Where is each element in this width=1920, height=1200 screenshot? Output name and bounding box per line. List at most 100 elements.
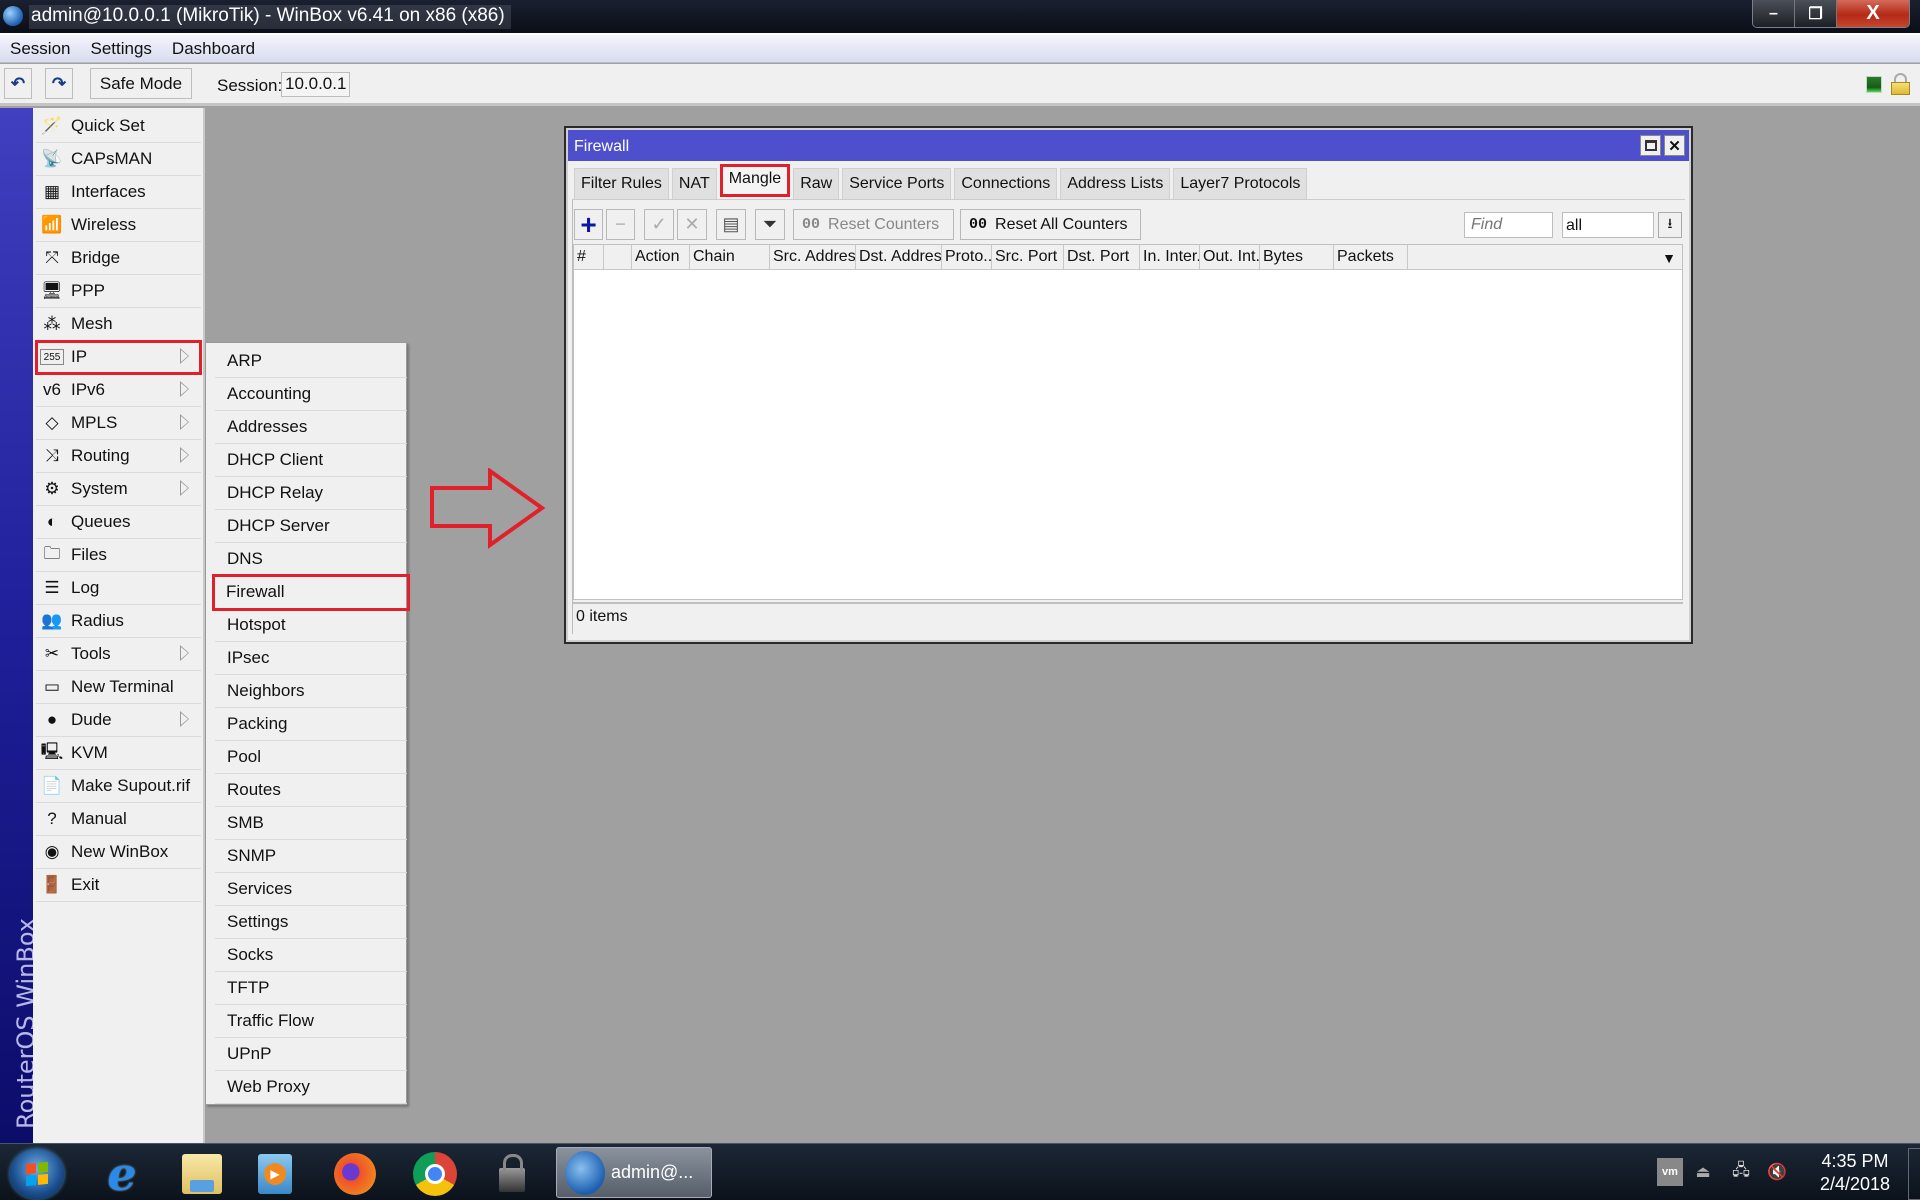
tab-raw[interactable]: Raw	[793, 168, 840, 199]
filter-button[interactable]: ⏷	[755, 209, 785, 240]
internet-explorer-icon[interactable]: e	[100, 1147, 144, 1200]
maximize-button[interactable]	[1640, 135, 1661, 156]
close-button[interactable]: X	[1837, 0, 1909, 27]
column-chooser-icon[interactable]: ▼	[1656, 245, 1682, 270]
column-header-bytes[interactable]: Bytes	[1260, 245, 1334, 270]
vpn-lock-icon[interactable]	[490, 1152, 534, 1196]
submenu-item-neighbors[interactable]: Neighbors	[215, 675, 407, 708]
submenu-item-routes[interactable]: Routes	[215, 774, 407, 807]
reset-all-counters-button[interactable]: 00 Reset All Counters	[960, 209, 1141, 240]
network-tray-icon[interactable]: 🖧	[1728, 1158, 1754, 1186]
column-header-packets[interactable]: Packets	[1334, 245, 1408, 270]
submenu-item-firewall[interactable]: Firewall	[212, 574, 410, 611]
remove-button[interactable]: −	[606, 209, 635, 240]
tab-connections[interactable]: Connections	[954, 168, 1058, 199]
start-button[interactable]	[10, 1149, 64, 1199]
sidebar-item-bridge[interactable]: ⤧ Bridge	[36, 242, 201, 275]
undo-button[interactable]: ↶	[4, 68, 32, 99]
column-header-action[interactable]: Action	[632, 245, 690, 270]
tab-filter-rules[interactable]: Filter Rules	[574, 168, 669, 199]
submenu-item-web-proxy[interactable]: Web Proxy	[215, 1071, 407, 1104]
sidebar-item-manual[interactable]: ? Manual	[36, 803, 201, 836]
sidebar-item-wireless[interactable]: 📶 Wireless	[36, 209, 201, 242]
submenu-item-addresses[interactable]: Addresses	[215, 411, 407, 444]
column-header-src-port[interactable]: Src. Port	[992, 245, 1064, 270]
submenu-item-upnp[interactable]: UPnP	[215, 1038, 407, 1071]
sidebar-item-new-winbox[interactable]: ◉ New WinBox	[36, 836, 201, 869]
tab-nat[interactable]: NAT	[671, 168, 717, 199]
sidebar-item-system[interactable]: ⚙ System	[36, 473, 201, 506]
minimize-button[interactable]: –	[1753, 0, 1795, 27]
sidebar-item-routing[interactable]: ⤨ Routing	[36, 440, 201, 473]
submenu-item-accounting[interactable]: Accounting	[215, 378, 407, 411]
submenu-item-dhcp-server[interactable]: DHCP Server	[215, 510, 407, 543]
tab-layer7-protocols[interactable]: Layer7 Protocols	[1173, 168, 1308, 199]
tab-service-ports[interactable]: Service Ports	[842, 168, 952, 199]
filter-select[interactable]: all	[1562, 212, 1654, 238]
column-header-dst-address[interactable]: Dst. Address	[856, 245, 942, 270]
submenu-item-pool[interactable]: Pool	[215, 741, 407, 774]
sidebar-item-mesh[interactable]: ⁂ Mesh	[36, 308, 201, 341]
menu-dashboard[interactable]: Dashboard	[162, 39, 265, 59]
tab-mangle[interactable]: Mangle	[719, 164, 791, 197]
menu-session[interactable]: Session	[0, 39, 80, 59]
disable-button[interactable]: ✕	[677, 209, 707, 240]
sidebar-item-interfaces[interactable]: ▦ Interfaces	[36, 176, 201, 209]
add-button[interactable]: +	[574, 209, 603, 240]
submenu-item-smb[interactable]: SMB	[215, 807, 407, 840]
submenu-item-socks[interactable]: Socks	[215, 939, 407, 972]
submenu-item-dhcp-relay[interactable]: DHCP Relay	[215, 477, 407, 510]
enable-button[interactable]: ✓	[644, 209, 674, 240]
submenu-item-hotspot[interactable]: Hotspot	[215, 609, 407, 642]
restore-button[interactable]: ❐	[1795, 0, 1837, 27]
volume-muted-icon[interactable]: 🔇	[1764, 1158, 1790, 1186]
firewall-title-bar[interactable]: Firewall ✕	[568, 130, 1689, 161]
filter-dropdown-button[interactable]: ⭳	[1658, 212, 1682, 238]
sidebar-item-make-supout-rif[interactable]: 📄 Make Supout.rif	[36, 770, 201, 803]
sidebar-item-new-terminal[interactable]: ▭ New Terminal	[36, 671, 201, 704]
redo-button[interactable]: ↷	[45, 68, 73, 99]
taskbar-winbox-task[interactable]: admin@...	[556, 1147, 712, 1198]
sidebar-item-exit[interactable]: 🚪 Exit	[36, 869, 201, 902]
usb-tray-icon[interactable]: ⏏	[1690, 1158, 1716, 1186]
submenu-item-snmp[interactable]: SNMP	[215, 840, 407, 873]
column-header-in-inter-[interactable]: In. Inter...	[1140, 245, 1200, 270]
find-input[interactable]	[1464, 212, 1553, 238]
sidebar-item-tools[interactable]: ✂ Tools	[36, 638, 201, 671]
sidebar-item-quick-set[interactable]: 🪄 Quick Set	[36, 110, 201, 143]
column-header-src-address[interactable]: Src. Address	[770, 245, 856, 270]
sidebar-item-capsman[interactable]: 📡 CAPsMAN	[36, 143, 201, 176]
column-header-out-int-[interactable]: Out. Int...	[1200, 245, 1260, 270]
sidebar-item-log[interactable]: ☰ Log	[36, 572, 201, 605]
column-header-#[interactable]: #	[574, 245, 604, 270]
column-header-dst-port[interactable]: Dst. Port	[1064, 245, 1140, 270]
sidebar-item-ipv6[interactable]: v6 IPv6	[36, 374, 201, 407]
column-header-blank[interactable]	[604, 245, 632, 270]
submenu-item-packing[interactable]: Packing	[215, 708, 407, 741]
vmware-tray-icon[interactable]: vm	[1657, 1158, 1683, 1186]
column-header-chain[interactable]: Chain	[690, 245, 770, 270]
submenu-item-services[interactable]: Services	[215, 873, 407, 906]
system-clock[interactable]: 4:35 PM 2/4/2018	[1810, 1150, 1900, 1196]
submenu-item-settings[interactable]: Settings	[215, 906, 407, 939]
file-explorer-icon[interactable]	[180, 1152, 224, 1196]
sidebar-item-radius[interactable]: 👥 Radius	[36, 605, 201, 638]
sidebar-item-files[interactable]: 🗀 Files	[36, 539, 201, 572]
submenu-item-ipsec[interactable]: IPsec	[215, 642, 407, 675]
sidebar-item-dude[interactable]: ● Dude	[36, 704, 201, 737]
submenu-item-tftp[interactable]: TFTP	[215, 972, 407, 1005]
media-player-icon[interactable]: ▶	[253, 1152, 297, 1196]
sidebar-item-ppp[interactable]: 🖥 PPP	[36, 275, 201, 308]
sidebar-item-queues[interactable]: ◐ Queues	[36, 506, 201, 539]
tab-address-lists[interactable]: Address Lists	[1060, 168, 1171, 199]
comment-button[interactable]: ▤	[716, 209, 746, 240]
show-desktop-button[interactable]	[1908, 1148, 1920, 1200]
column-header-proto-[interactable]: Proto...	[942, 245, 992, 270]
sidebar-item-mpls[interactable]: ◇ MPLS	[36, 407, 201, 440]
firefox-icon[interactable]	[333, 1152, 377, 1196]
menu-settings[interactable]: Settings	[80, 39, 161, 59]
reset-counters-button[interactable]: 00 Reset Counters	[793, 209, 954, 240]
submenu-item-dns[interactable]: DNS	[215, 543, 407, 576]
submenu-item-arp[interactable]: ARP	[215, 345, 407, 378]
sidebar-item-ip[interactable]: 255 IP	[35, 340, 202, 375]
